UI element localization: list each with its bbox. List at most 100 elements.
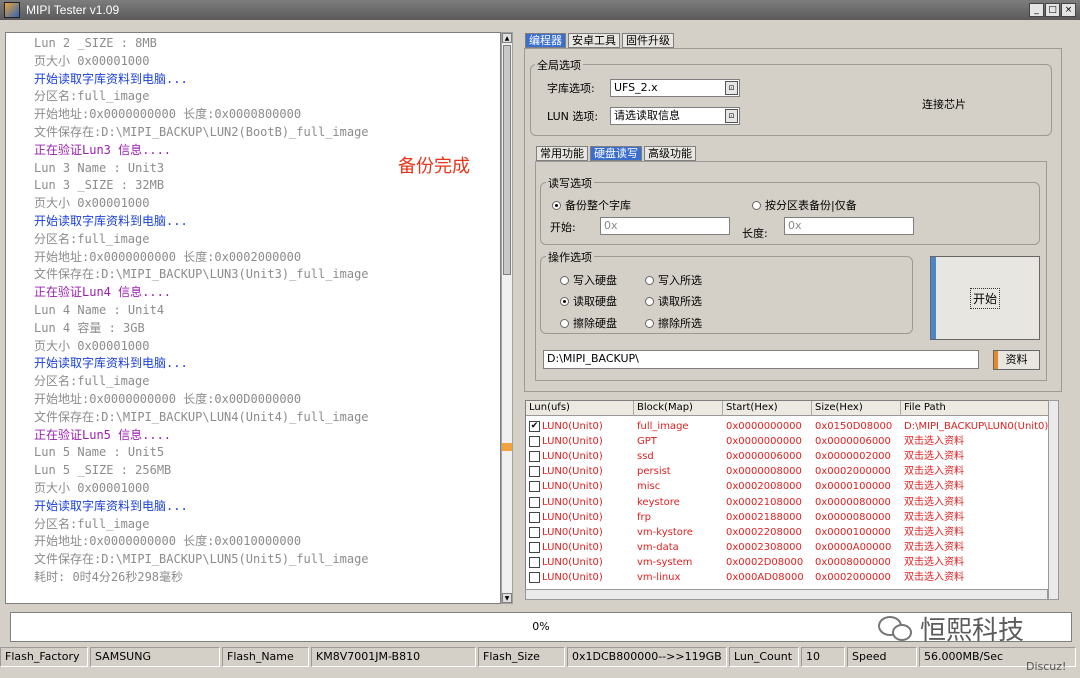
dropdown-icon[interactable]: ⊡: [725, 81, 738, 95]
tab-disk-readwrite[interactable]: 硬盘读写: [590, 146, 642, 161]
checkbox-icon[interactable]: [529, 481, 540, 493]
cell-block: vm-linux: [637, 572, 681, 583]
log-scrollbar[interactable]: ▲ ▼: [501, 32, 513, 604]
length-input[interactable]: 0x: [784, 217, 914, 235]
checkbox-icon[interactable]: [529, 511, 540, 523]
start-input[interactable]: 0x: [600, 217, 730, 235]
browse-button[interactable]: 资料: [993, 350, 1040, 370]
col-header-lun[interactable]: Lun(ufs): [526, 401, 634, 416]
scroll-thumb[interactable]: [503, 45, 511, 275]
table-row[interactable]: LUN0(Unit0) vm-system 0x0002D08000 0x000800…: [526, 555, 1058, 570]
cell-start: 0x0002308000: [726, 541, 802, 553]
wechat-icon: [878, 615, 914, 642]
radio-icon[interactable]: [645, 275, 654, 285]
radio-backup-full[interactable]: 备份整个字库: [552, 197, 631, 213]
table-row[interactable]: LUN0(Unit0) ssd 0x0000006000 0x0000002000 双击…: [526, 449, 1058, 464]
cell-size: 0x0000A00000: [815, 541, 892, 553]
radio-write-selected[interactable]: 写入所选: [645, 272, 702, 288]
radio-erase-disk[interactable]: 擦除硬盘: [560, 315, 617, 331]
scroll-up-icon[interactable]: ▲: [502, 33, 512, 43]
radio-selected-icon[interactable]: [560, 296, 569, 306]
tab-firmware-upgrade[interactable]: 固件升级: [622, 33, 674, 48]
radio-icon[interactable]: [560, 318, 569, 328]
checkbox-icon[interactable]: [529, 572, 540, 583]
table-row[interactable]: LUN0(Unit0) frp 0x0002188000 0x0000080000 双击…: [526, 510, 1058, 525]
maximize-button[interactable]: □: [1045, 3, 1060, 17]
lun-option-select[interactable]: 请选读取信息 ⊡: [610, 107, 740, 125]
cell-lun: LUN0(Unit0): [542, 451, 603, 463]
cell-size: 0x0000100000: [815, 481, 891, 493]
tab-common-functions[interactable]: 常用功能: [536, 146, 588, 161]
ops-options-legend: 操作选项: [546, 249, 594, 265]
cell-path: 双击选入资料: [904, 556, 964, 568]
log-line: 正在验证Lun3 信息....: [34, 142, 172, 157]
tab-programmer[interactable]: 编程器: [525, 33, 566, 48]
path-input[interactable]: D:\MIPI_BACKUP\: [543, 350, 979, 369]
start-label: 开始:: [550, 221, 576, 234]
radio-icon[interactable]: [560, 275, 569, 285]
checkbox-icon[interactable]: [529, 526, 540, 538]
log-line: Lun 3 Name : Unit3: [34, 160, 165, 175]
checkbox-icon[interactable]: [529, 451, 540, 463]
radio-backup-partition[interactable]: 按分区表备份|仅备: [752, 197, 857, 213]
status-bar: Flash_Factory SAMSUNG Flash_Name KM8V700…: [0, 647, 1080, 669]
cell-block: vm-system: [637, 556, 693, 568]
flash-size-value: 0x1DCB800000-->>119GB: [567, 647, 727, 667]
minimize-button[interactable]: _: [1029, 3, 1044, 17]
start-button[interactable]: 开始: [930, 256, 1040, 340]
col-header-size[interactable]: Size(Hex): [812, 401, 901, 416]
cell-lun: LUN0(Unit0): [542, 421, 603, 432]
length-label: 长度:: [742, 227, 768, 240]
checkbox-icon[interactable]: [529, 541, 540, 553]
checkbox-icon[interactable]: [529, 496, 540, 508]
checkbox-icon[interactable]: [529, 436, 540, 448]
log-line: 开始读取字库资料到电脑...: [34, 214, 188, 228]
close-button[interactable]: ×: [1061, 3, 1076, 17]
tab-advanced-functions[interactable]: 高级功能: [644, 146, 696, 161]
table-vscrollbar[interactable]: [1048, 400, 1059, 600]
col-header-path[interactable]: File Path: [901, 401, 1051, 416]
tab-android-tools[interactable]: 安卓工具: [568, 33, 620, 48]
connect-chip-label[interactable]: 连接芯片: [922, 96, 966, 112]
table-row[interactable]: LUN0(Unit0) vm-data 0x0002308000 0x0000A000…: [526, 540, 1058, 555]
col-header-block[interactable]: Block(Map): [634, 401, 723, 416]
cell-start: 0x0000006000: [726, 451, 802, 463]
table-row[interactable]: LUN0(Unit0) vm-kystore 0x0002208000 0x00001…: [526, 525, 1058, 540]
table-row[interactable]: LUN0(Unit0) misc 0x0002008000 0x0000100000 双…: [526, 479, 1058, 494]
table-row[interactable]: ✔ LUN0(Unit0) full_image 0x0000000000 0x0150…: [526, 419, 1058, 434]
radio-write-disk[interactable]: 写入硬盘: [560, 272, 617, 288]
checkbox-checked-icon[interactable]: ✔: [529, 421, 540, 432]
table-row[interactable]: LUN0(Unit0) vm-linux 0x000AD08000 0x0002000…: [526, 570, 1058, 585]
scroll-down-icon[interactable]: ▼: [502, 593, 512, 603]
global-options-group: [530, 64, 1052, 136]
radio-selected-icon[interactable]: [552, 200, 561, 210]
table-hscrollbar[interactable]: [525, 589, 1048, 600]
dropdown-icon[interactable]: ⊡: [725, 109, 738, 123]
log-line: 开始地址:0x0000000000 长度:0x0002000000: [34, 249, 302, 264]
log-line: 文件保存在:D:\MIPI_BACKUP\LUN4(Unit4)_full_im…: [34, 409, 369, 424]
radio-icon[interactable]: [645, 296, 654, 306]
radio-read-selected[interactable]: 读取所选: [645, 293, 702, 309]
radio-read-disk[interactable]: 读取硬盘: [560, 293, 617, 309]
checkbox-icon[interactable]: [529, 556, 540, 568]
radio-icon[interactable]: [645, 318, 654, 328]
watermark: 恒熙科技: [878, 610, 1024, 647]
cell-block: ssd: [637, 451, 654, 463]
col-header-start[interactable]: Start(Hex): [723, 401, 812, 416]
cell-lun: LUN0(Unit0): [542, 556, 603, 568]
log-panel[interactable]: Lun 2 _SIZE : 8MB 页大小 0x00001000 开始读取字库资料到…: [5, 32, 501, 604]
lib-option-select[interactable]: UFS_2.x ⊡: [610, 79, 740, 97]
checkbox-icon[interactable]: [529, 466, 540, 478]
table-row[interactable]: LUN0(Unit0) persist 0x0000008000 0x00020000…: [526, 464, 1058, 479]
log-line: Lun 4 Name : Unit4: [34, 303, 165, 317]
log-line: 开始地址:0x0000000000 长度:0x00D0000000: [34, 392, 302, 406]
log-line: 开始读取字库资料到电脑...: [34, 71, 188, 86]
radio-erase-selected[interactable]: 擦除所选: [645, 315, 702, 331]
table-row[interactable]: LUN0(Unit0) GPT 0x0000000000 0x0000006000 双击…: [526, 434, 1058, 449]
radio-icon[interactable]: [752, 200, 761, 210]
log-line: 正在验证Lun4 信息....: [34, 285, 172, 300]
log-line: 文件保存在:D:\MIPI_BACKUP\LUN5(Unit5)_full_im…: [34, 552, 369, 567]
log-line: 分区名:full_image: [34, 89, 150, 104]
log-line: 页大小 0x00001000: [34, 196, 150, 211]
table-row[interactable]: LUN0(Unit0) keystore 0x0002108000 0x0000080…: [526, 495, 1058, 510]
